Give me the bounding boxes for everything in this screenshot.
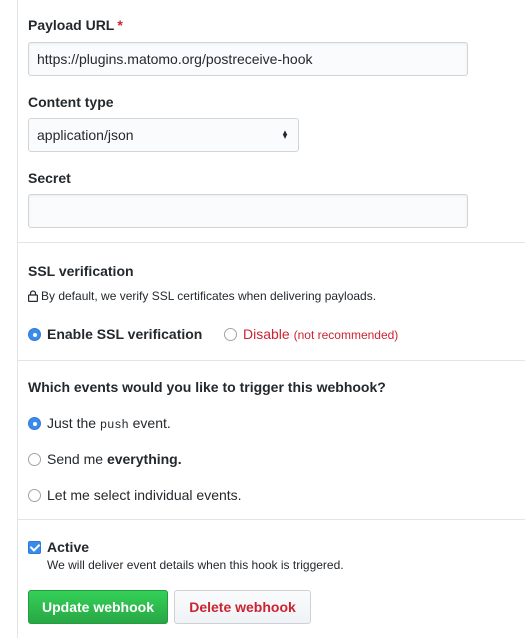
event-option-individual[interactable]: Let me select individual events.: [28, 487, 242, 503]
event-individual-label: Let me select individual events.: [47, 487, 242, 503]
active-label: Active: [47, 539, 90, 555]
ssl-enable-label: Enable SSL verification: [47, 326, 203, 342]
active-option[interactable]: Active: [28, 539, 89, 555]
required-mark: *: [117, 17, 123, 33]
webhook-form: Payload URL * https://plugins.matomo.org/…: [17, 0, 525, 638]
event-everything-radio[interactable]: [28, 453, 41, 466]
delete-webhook-button[interactable]: Delete webhook: [174, 590, 311, 624]
secret-input[interactable]: [28, 194, 468, 228]
event-option-everything[interactable]: Send me everything.: [28, 451, 182, 467]
ssl-enable-option[interactable]: Enable SSL verification: [28, 326, 202, 342]
active-checkbox[interactable]: [28, 541, 41, 554]
event-push-post: event.: [132, 415, 171, 431]
ssl-disable-option[interactable]: Disable (not recommended): [224, 326, 398, 342]
event-push-radio[interactable]: [28, 417, 41, 430]
events-heading: Which events would you like to trigger t…: [28, 379, 386, 395]
content-type-value: application/json: [37, 127, 134, 143]
ssl-disable-label: Disable: [243, 326, 290, 342]
event-option-push[interactable]: Just the push event.: [28, 415, 171, 432]
ssl-note-text: By default, we verify SSL certificates w…: [41, 289, 377, 303]
payload-url-input[interactable]: https://plugins.matomo.org/postreceive-h…: [28, 42, 468, 76]
select-arrows-icon: ▴▾: [281, 128, 291, 136]
event-push-pre: Just the: [47, 415, 97, 431]
event-individual-radio[interactable]: [28, 489, 41, 502]
active-description: We will deliver event details when this …: [47, 558, 344, 572]
events-group: Which events would you like to trigger t…: [28, 361, 525, 519]
lock-icon: [28, 290, 38, 302]
payload-url-group: Payload URL * https://plugins.matomo.org/…: [28, 0, 525, 80]
ssl-heading: SSL verification: [28, 263, 134, 279]
event-push-code: push: [99, 418, 129, 432]
ssl-note: By default, we verify SSL certificates w…: [28, 289, 376, 303]
ssl-group: SSL verification By default, we verify S…: [28, 243, 525, 360]
active-group: Active We will deliver event details whe…: [28, 520, 525, 638]
event-everything-pre: Send me: [47, 451, 104, 467]
content-type-group: Content type application/json ▴▾: [28, 80, 525, 160]
ssl-disable-radio[interactable]: [224, 328, 237, 341]
payload-url-label-text: Payload URL: [28, 17, 115, 33]
ssl-enable-radio[interactable]: [28, 328, 41, 341]
ssl-disable-note: (not recommended): [293, 328, 399, 342]
content-type-label: Content type: [28, 94, 114, 110]
secret-label: Secret: [28, 170, 71, 186]
update-webhook-button[interactable]: Update webhook: [28, 590, 168, 624]
payload-url-label: Payload URL *: [28, 17, 123, 33]
content-type-select[interactable]: application/json ▴▾: [28, 118, 299, 152]
event-everything-bold: everything.: [106, 451, 182, 467]
secret-group: Secret: [28, 160, 525, 240]
